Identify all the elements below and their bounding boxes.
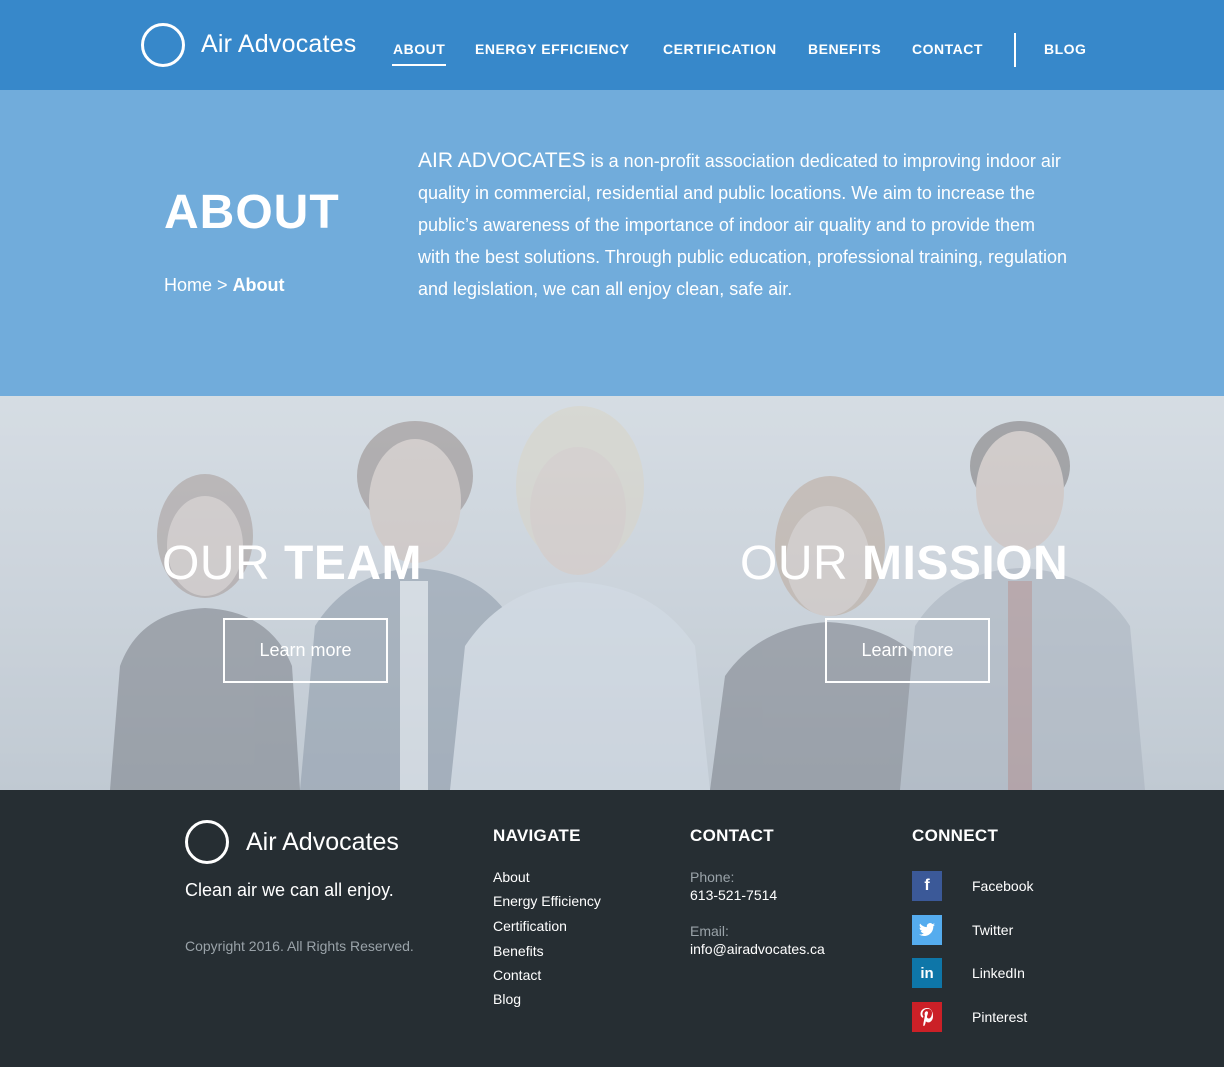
- about-hero: ABOUT Home > About AIR ADVOCATES is a no…: [0, 90, 1224, 396]
- breadcrumb: Home > About: [164, 275, 285, 296]
- footer-link-certification[interactable]: Certification: [493, 918, 567, 934]
- footer-link-benefits[interactable]: Benefits: [493, 943, 544, 959]
- nav-energy-efficiency[interactable]: ENERGY EFFICIENCY: [475, 41, 630, 57]
- org-name: AIR ADVOCATES: [418, 149, 586, 172]
- logo-circle-icon[interactable]: [141, 23, 185, 67]
- twitter-link[interactable]: Twitter: [972, 922, 1013, 938]
- footer-copyright: Copyright 2016. All Rights Reserved.: [185, 938, 414, 954]
- breadcrumb-separator: >: [217, 275, 228, 295]
- nav-contact[interactable]: CONTACT: [912, 41, 983, 57]
- phone-label: Phone:: [690, 869, 735, 885]
- our-team-heading: OUR TEAM: [162, 536, 422, 591]
- breadcrumb-home[interactable]: Home: [164, 275, 212, 295]
- connect-heading: CONNECT: [912, 826, 999, 845]
- contact-heading: CONTACT: [690, 826, 774, 845]
- nav-divider: [1014, 33, 1016, 67]
- site-header: Air Advocates ABOUT ENERGY EFFICIENCY CE…: [0, 0, 1224, 90]
- team-photo-background: [0, 396, 1224, 790]
- our-mission-heading-light: OUR: [740, 537, 849, 590]
- site-footer: Air Advocates Clean air we can all enjoy…: [0, 790, 1224, 1067]
- our-team-heading-bold: TEAM: [284, 537, 422, 590]
- nav-active-indicator: [392, 64, 446, 66]
- nav-about[interactable]: ABOUT: [393, 41, 445, 57]
- facebook-icon[interactable]: f: [912, 871, 942, 901]
- page-title: ABOUT: [164, 186, 340, 239]
- our-team-heading-light: OUR: [162, 537, 271, 590]
- footer-link-blog[interactable]: Blog: [493, 991, 521, 1007]
- nav-certification[interactable]: CERTIFICATION: [663, 41, 777, 57]
- footer-link-about[interactable]: About: [493, 869, 530, 885]
- our-mission-heading-bold: MISSION: [862, 537, 1069, 590]
- phone-number[interactable]: 613-521-7514: [690, 887, 777, 903]
- footer-link-contact[interactable]: Contact: [493, 967, 541, 983]
- about-text: is a non-profit association dedicated to…: [418, 151, 1068, 299]
- facebook-link[interactable]: Facebook: [972, 878, 1033, 894]
- twitter-icon[interactable]: [912, 915, 942, 945]
- footer-tagline: Clean air we can all enjoy.: [185, 880, 394, 900]
- footer-logo-circle-icon[interactable]: [185, 820, 229, 864]
- linkedin-link[interactable]: LinkedIn: [972, 965, 1025, 981]
- footer-logo-text[interactable]: Air Advocates: [246, 828, 399, 857]
- nav-blog[interactable]: BLOG: [1044, 41, 1086, 57]
- pinterest-link[interactable]: Pinterest: [972, 1009, 1027, 1025]
- mission-learn-more-button[interactable]: Learn more: [825, 618, 990, 683]
- email-label: Email:: [690, 923, 729, 939]
- footer-link-energy-efficiency[interactable]: Energy Efficiency: [493, 893, 601, 909]
- team-learn-more-button[interactable]: Learn more: [223, 618, 388, 683]
- logo-text[interactable]: Air Advocates: [201, 30, 356, 59]
- navigate-heading: NAVIGATE: [493, 826, 581, 845]
- pinterest-icon[interactable]: [912, 1002, 942, 1032]
- team-mission-section: OUR TEAM Learn more OUR MISSION Learn mo…: [0, 396, 1224, 790]
- breadcrumb-current: About: [232, 275, 285, 295]
- about-description: AIR ADVOCATES is a non-profit associatio…: [418, 145, 1068, 305]
- linkedin-icon[interactable]: in: [912, 958, 942, 988]
- email-link[interactable]: info@airadvocates.ca: [690, 941, 825, 957]
- our-mission-heading: OUR MISSION: [740, 536, 1068, 591]
- nav-benefits[interactable]: BENEFITS: [808, 41, 881, 57]
